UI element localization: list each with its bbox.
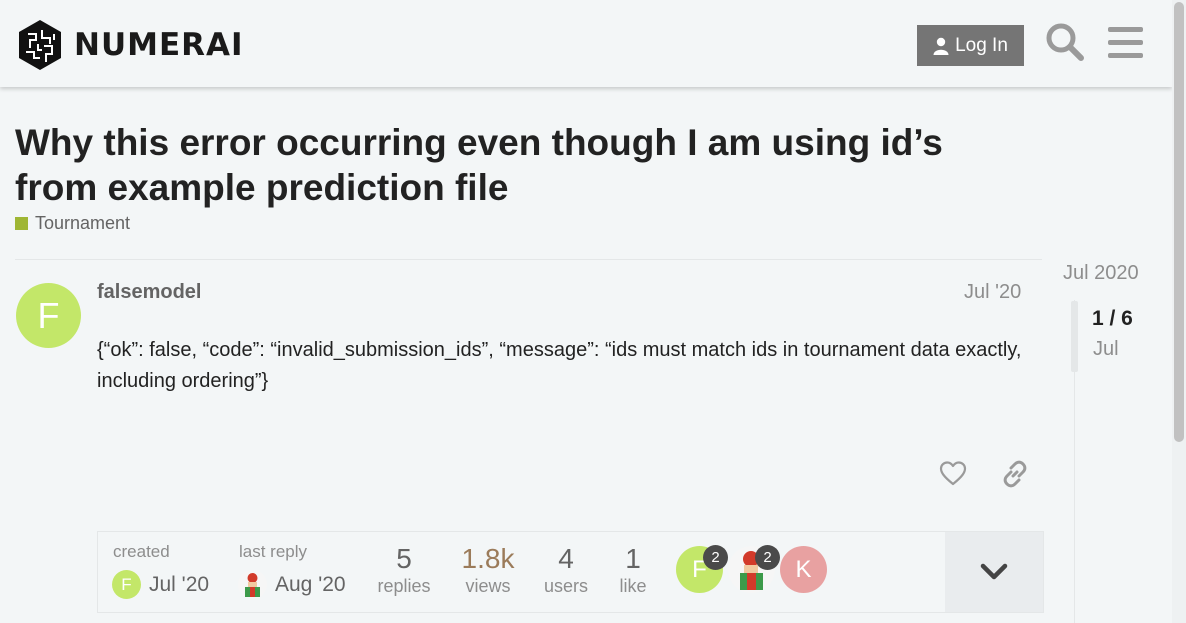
- expand-summary-button[interactable]: [945, 532, 1043, 612]
- timeline-handle[interactable]: [1071, 301, 1078, 372]
- likes-count: 1: [625, 543, 641, 574]
- post-date[interactable]: Jul '20: [964, 281, 1021, 304]
- participant-post-count: 2: [755, 545, 780, 570]
- views-stat: 1.8k views: [448, 544, 528, 597]
- site-header: NUMERAI Log In: [0, 0, 1172, 87]
- created-info[interactable]: F Jul '20: [112, 570, 209, 599]
- post-author-username[interactable]: falsemodel: [97, 281, 201, 304]
- post-author-avatar[interactable]: F: [16, 283, 81, 348]
- category-badge[interactable]: Tournament: [15, 213, 130, 234]
- numerai-logo-icon: [19, 20, 61, 70]
- timeline-position: 1 / 6: [1092, 307, 1133, 330]
- topic-summary: created F Jul '20 last reply Aug '20 5 r…: [97, 531, 1044, 613]
- replies-count: 5: [396, 543, 412, 574]
- last-reply-date: Aug '20: [275, 572, 346, 596]
- replies-label: replies: [377, 576, 431, 596]
- likes-label: like: [619, 576, 647, 596]
- like-heart-icon[interactable]: [939, 460, 967, 488]
- chevron-down-icon: [980, 563, 1008, 580]
- created-avatar: F: [112, 570, 141, 599]
- users-stat: 4 users: [536, 544, 596, 597]
- timeline-current-date: Jul: [1093, 338, 1119, 360]
- views-label: views: [465, 576, 511, 596]
- replies-stat: 5 replies: [368, 544, 440, 597]
- created-label: created: [113, 542, 170, 561]
- login-button[interactable]: Log In: [917, 25, 1024, 66]
- user-icon: [933, 37, 949, 55]
- participant-letter: K: [795, 555, 812, 583]
- users-label: users: [543, 576, 588, 596]
- menu-icon[interactable]: [1108, 26, 1144, 60]
- logo-text: NUMERAI: [74, 27, 244, 63]
- numerai-logo[interactable]: NUMERAI: [16, 18, 244, 72]
- timeline-start-date[interactable]: Jul 2020: [1063, 262, 1139, 285]
- likes-stat: 1 like: [608, 544, 658, 597]
- divider: [15, 259, 1042, 260]
- category-label: Tournament: [35, 213, 131, 233]
- last-reply-label: last reply: [239, 542, 308, 561]
- search-icon[interactable]: [1045, 22, 1085, 62]
- users-count: 4: [558, 543, 574, 574]
- post-body: {“ok”: false, “code”: “invalid_submissio…: [97, 339, 1022, 392]
- share-link-icon[interactable]: [1001, 460, 1029, 488]
- category-color-square: [15, 217, 28, 230]
- participant-avatar-k[interactable]: K: [780, 546, 827, 593]
- last-reply-avatar: [238, 570, 267, 599]
- page-scrollbar[interactable]: [1172, 0, 1186, 623]
- last-reply-info[interactable]: Aug '20: [238, 570, 346, 599]
- scrollbar-thumb[interactable]: [1174, 2, 1184, 442]
- avatar-letter: F: [37, 294, 60, 336]
- topic-title[interactable]: Why this error occurring even though I a…: [15, 120, 1015, 210]
- views-count: 1.8k: [461, 543, 515, 574]
- created-date: Jul '20: [149, 572, 210, 596]
- login-label: Log In: [955, 34, 1008, 56]
- participant-post-count: 2: [703, 545, 728, 570]
